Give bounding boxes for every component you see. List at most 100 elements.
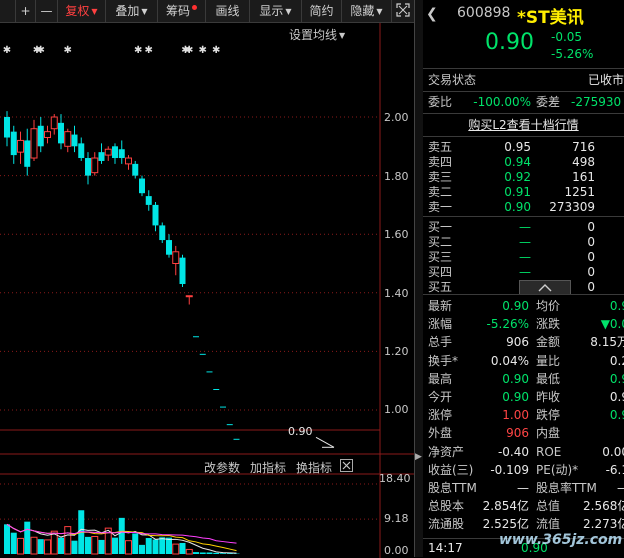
change-params-button[interactable]: 改参数 bbox=[204, 459, 240, 476]
overlay-label: 叠加 bbox=[115, 4, 139, 18]
volume-bar-down bbox=[58, 538, 64, 554]
candle-body-up bbox=[18, 140, 24, 152]
switch-indicator-button[interactable]: 换指标 bbox=[296, 459, 332, 476]
zoom-in-button[interactable]: + bbox=[16, 0, 36, 22]
stat-value: 2.525亿 bbox=[473, 515, 529, 533]
stat-label: 涨停 bbox=[428, 406, 452, 424]
l2-upgrade-link[interactable]: 购买L2查看十档行情 bbox=[423, 116, 624, 134]
stat-label: 最低 bbox=[536, 370, 560, 388]
candle-body-up bbox=[51, 117, 57, 129]
volume-tick-label: 18.40 bbox=[379, 472, 411, 485]
collapse-arrow-icon[interactable]: ▶ bbox=[415, 450, 421, 464]
stat-value: 0.9 bbox=[583, 370, 624, 388]
price-change-pct: -5.26% bbox=[551, 47, 593, 61]
stat-label: ROE bbox=[536, 443, 561, 461]
chevron-down-icon: ▼ bbox=[141, 7, 147, 16]
volume-bar-down bbox=[72, 541, 78, 554]
expand-icon bbox=[396, 3, 410, 17]
quote-panel: ❮ 600898 *ST美讯 0.90 -0.05 -5.26% 交易状态 已收… bbox=[423, 0, 624, 557]
display-button[interactable]: 显示▼ bbox=[250, 0, 302, 22]
candle-body-down bbox=[38, 126, 44, 147]
stock-code: 600898 bbox=[457, 5, 510, 21]
price-tick-label: 1.20 bbox=[384, 345, 409, 358]
stat-row: 流通股2.525亿流值2.273亿 bbox=[423, 515, 624, 533]
chips-label: 筹码 bbox=[166, 4, 190, 18]
stat-value: — bbox=[473, 479, 529, 497]
stat-row: 总股本2.854亿总值2.568亿 bbox=[423, 497, 624, 515]
volume-bar-up bbox=[18, 538, 24, 554]
price-tick-label: 1.60 bbox=[384, 228, 409, 241]
overlay-button[interactable]: 叠加▼ bbox=[106, 0, 158, 22]
close-icon bbox=[341, 460, 352, 471]
stat-row: 涨停1.00跌停0.9 bbox=[423, 406, 624, 424]
candle-body-up bbox=[105, 149, 111, 155]
stat-label: 外盘 bbox=[428, 424, 452, 442]
toolbar-edge bbox=[0, 0, 16, 22]
volume-bar-up bbox=[31, 537, 37, 554]
volume-bar-down bbox=[200, 552, 206, 554]
simple-mode-button[interactable]: 简约 bbox=[302, 0, 342, 22]
kline-chart-area[interactable]: ✱✱✱✱✱✱✱✱✱✱ 设置均线▼ 2.00 1.80 1.60 1.40 1.2… bbox=[0, 23, 414, 558]
volume-bar-down bbox=[132, 533, 138, 554]
volume-bar-down bbox=[213, 553, 219, 554]
candle-body-down bbox=[146, 196, 152, 205]
stat-row: 涨幅-5.26%涨跌▼0.0 bbox=[423, 315, 624, 333]
close-indicator-button[interactable] bbox=[340, 459, 353, 472]
volume-bar-up bbox=[186, 549, 192, 554]
draw-line-button[interactable]: 画线 bbox=[206, 0, 250, 22]
stat-label: 均价 bbox=[536, 297, 560, 315]
back-arrow-icon[interactable]: ❮ bbox=[426, 4, 436, 24]
volume-bar-down bbox=[180, 543, 186, 554]
ma-settings-button[interactable]: 设置均线▼ bbox=[289, 26, 345, 43]
volume-tick-label: 9.18 bbox=[384, 512, 409, 525]
sell-level-row[interactable]: 卖一 0.90 273309 bbox=[423, 198, 624, 216]
stat-label: 今开 bbox=[428, 388, 452, 406]
candle-body-up bbox=[126, 158, 132, 164]
event-marker: ✱ bbox=[199, 45, 207, 56]
stat-label: 金额 bbox=[536, 333, 560, 351]
stat-row: 最高0.90最低0.9 bbox=[423, 370, 624, 388]
candle-body-up bbox=[186, 296, 192, 297]
stat-value: 0.00 bbox=[583, 443, 624, 461]
watermark: www.365jz.com bbox=[499, 532, 622, 548]
divider bbox=[423, 68, 624, 69]
candle-body-down bbox=[85, 158, 91, 176]
webi-label: 委比 bbox=[428, 93, 452, 111]
stat-value: ▼0.0 bbox=[583, 315, 624, 333]
divider bbox=[423, 294, 624, 295]
stat-value: -0.109 bbox=[473, 461, 529, 479]
stat-label: 总值 bbox=[536, 497, 560, 515]
event-marker: ✱ bbox=[64, 45, 72, 56]
volume-bar-down bbox=[220, 553, 226, 554]
fuquan-button[interactable]: 复权▼ bbox=[58, 0, 106, 22]
stat-value: 2.273亿 bbox=[583, 515, 624, 533]
stat-label: 总股本 bbox=[428, 497, 464, 515]
volume-bar-down bbox=[119, 518, 125, 554]
last-price-label: 0.90 bbox=[288, 425, 313, 438]
volume-bar-down bbox=[139, 545, 145, 554]
hide-button[interactable]: 隐藏▼ bbox=[342, 0, 392, 22]
fullscreen-button[interactable] bbox=[392, 0, 414, 22]
status-value: 已收市 bbox=[588, 71, 624, 89]
stat-value: 0.9 bbox=[583, 297, 624, 315]
add-indicator-button[interactable]: 加指标 bbox=[250, 459, 286, 476]
volume-bar-down bbox=[207, 552, 213, 554]
collapse-orderbook-button[interactable] bbox=[519, 280, 571, 294]
volume-bar-up bbox=[173, 544, 179, 554]
event-marker: ✱ bbox=[37, 45, 45, 56]
order-ratio-row: 委比 -100.00% 委差 -275930 bbox=[423, 93, 624, 111]
chips-button[interactable]: 筹码 bbox=[158, 0, 206, 22]
candle-body-down bbox=[139, 179, 145, 194]
candle-body-up bbox=[92, 158, 98, 173]
stat-label: 净资产 bbox=[428, 443, 464, 461]
stat-label: 换手* bbox=[428, 352, 458, 370]
zoom-out-button[interactable]: — bbox=[36, 0, 58, 22]
volume-bar-up bbox=[45, 540, 51, 554]
stat-value: 0.90 bbox=[473, 297, 529, 315]
candle-body-down bbox=[166, 240, 172, 255]
last-price: 0.90 bbox=[485, 30, 534, 55]
trading-status-row: 交易状态 已收市 bbox=[423, 71, 624, 89]
last-price-pointer bbox=[316, 437, 334, 447]
candle-body-down bbox=[132, 164, 138, 176]
event-marker: ✱ bbox=[145, 45, 153, 56]
